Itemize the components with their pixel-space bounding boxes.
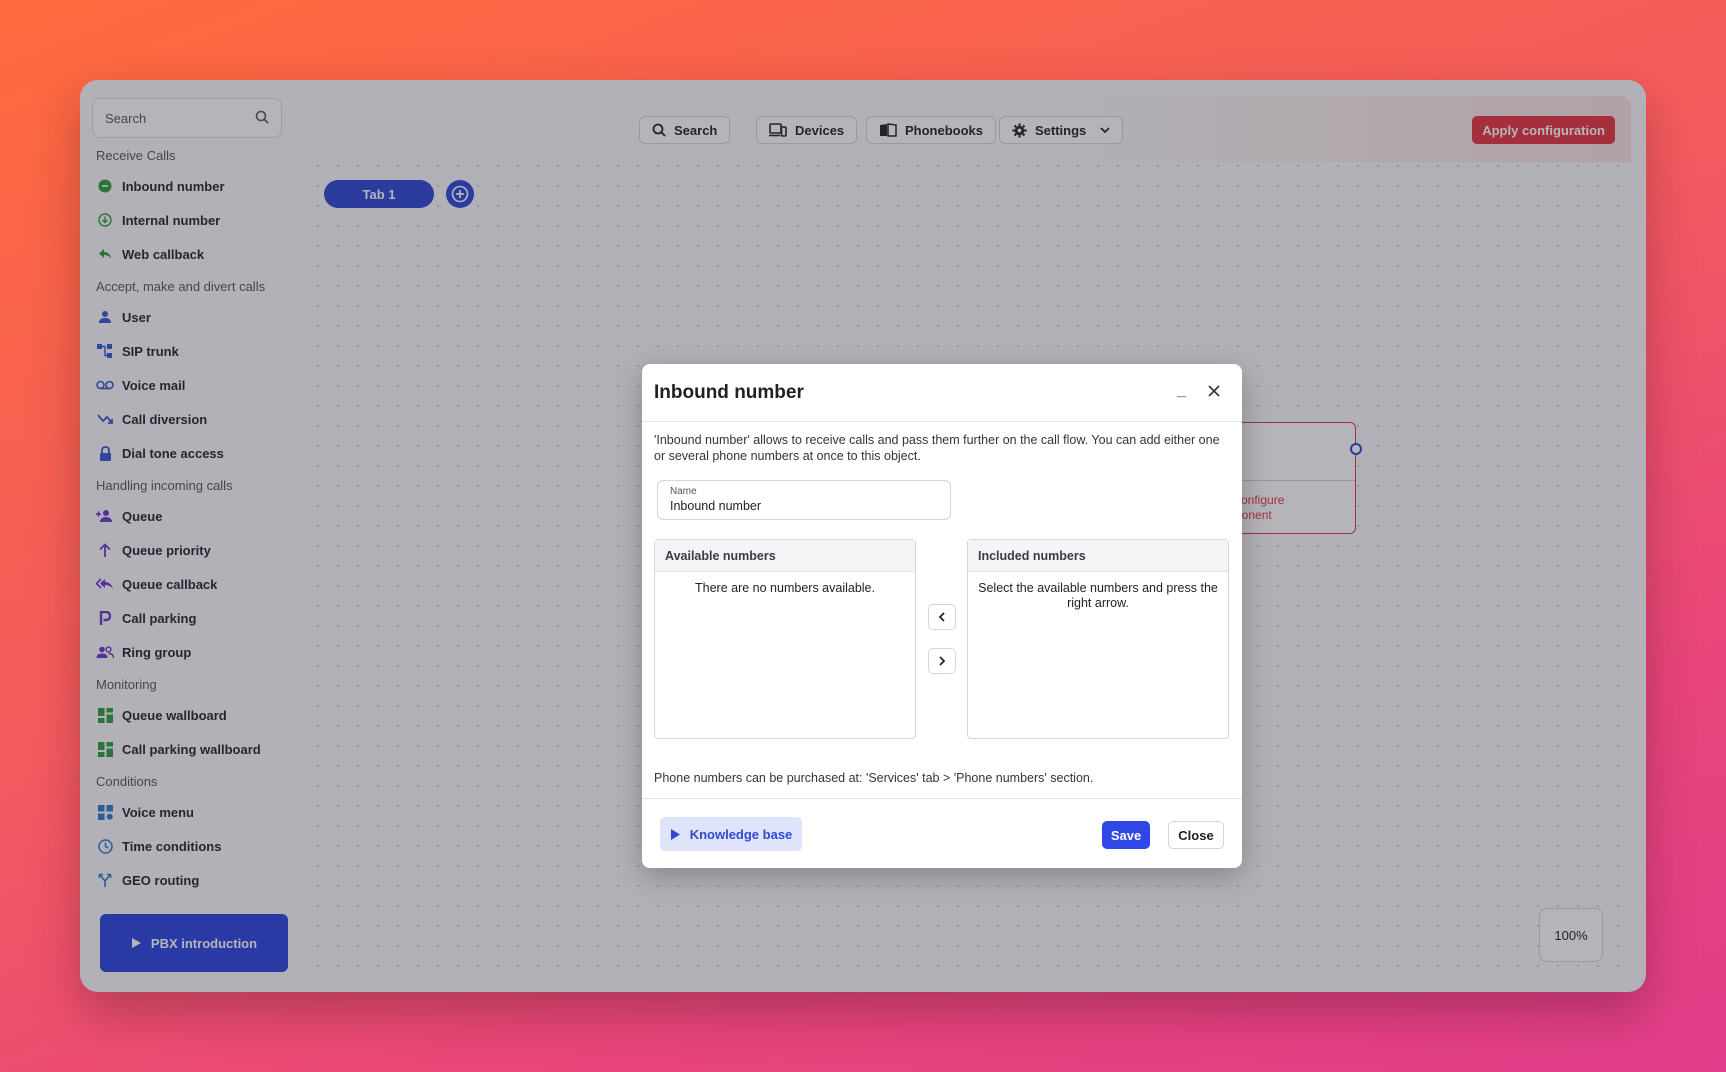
name-field[interactable]: Name Inbound number [657, 480, 951, 520]
chevron-left-icon [938, 612, 945, 622]
included-numbers-list[interactable]: Included numbers Select the available nu… [967, 539, 1229, 739]
available-numbers-empty: There are no numbers available. [695, 581, 875, 595]
available-numbers-header: Available numbers [655, 540, 915, 572]
purchase-note: Phone numbers can be purchased at: 'Serv… [654, 771, 1094, 785]
save-button[interactable]: Save [1102, 821, 1150, 849]
play-icon [670, 828, 680, 840]
included-numbers-header: Included numbers [968, 540, 1228, 572]
chevron-right-icon [939, 656, 946, 666]
move-right-button[interactable] [928, 648, 956, 674]
close-icon[interactable] [1208, 384, 1220, 402]
knowledge-base-button[interactable]: Knowledge base [660, 817, 802, 851]
dialog-footer: Knowledge base Save Close [642, 798, 1242, 868]
available-numbers-list[interactable]: Available numbers There are no numbers a… [654, 539, 916, 739]
name-field-label: Name [670, 486, 697, 497]
dialog-description: 'Inbound number' allows to receive calls… [654, 433, 1220, 463]
dialog-title: Inbound number [654, 381, 804, 403]
dialog-controls: _ [1177, 382, 1220, 402]
knowledge-base-label: Knowledge base [689, 826, 793, 842]
move-left-button[interactable] [928, 604, 956, 630]
included-numbers-empty: Select the available numbers and press t… [978, 581, 1218, 610]
inbound-number-dialog: Inbound number _ 'Inbound number' allows… [642, 364, 1242, 868]
dialog-header: Inbound number _ [642, 364, 1242, 422]
name-field-value: Inbound number [670, 499, 762, 513]
close-button[interactable]: Close [1168, 821, 1224, 849]
app-window: Search Receive Calls Inbound number Intern… [80, 80, 1646, 992]
minimize-button[interactable]: _ [1177, 382, 1186, 400]
